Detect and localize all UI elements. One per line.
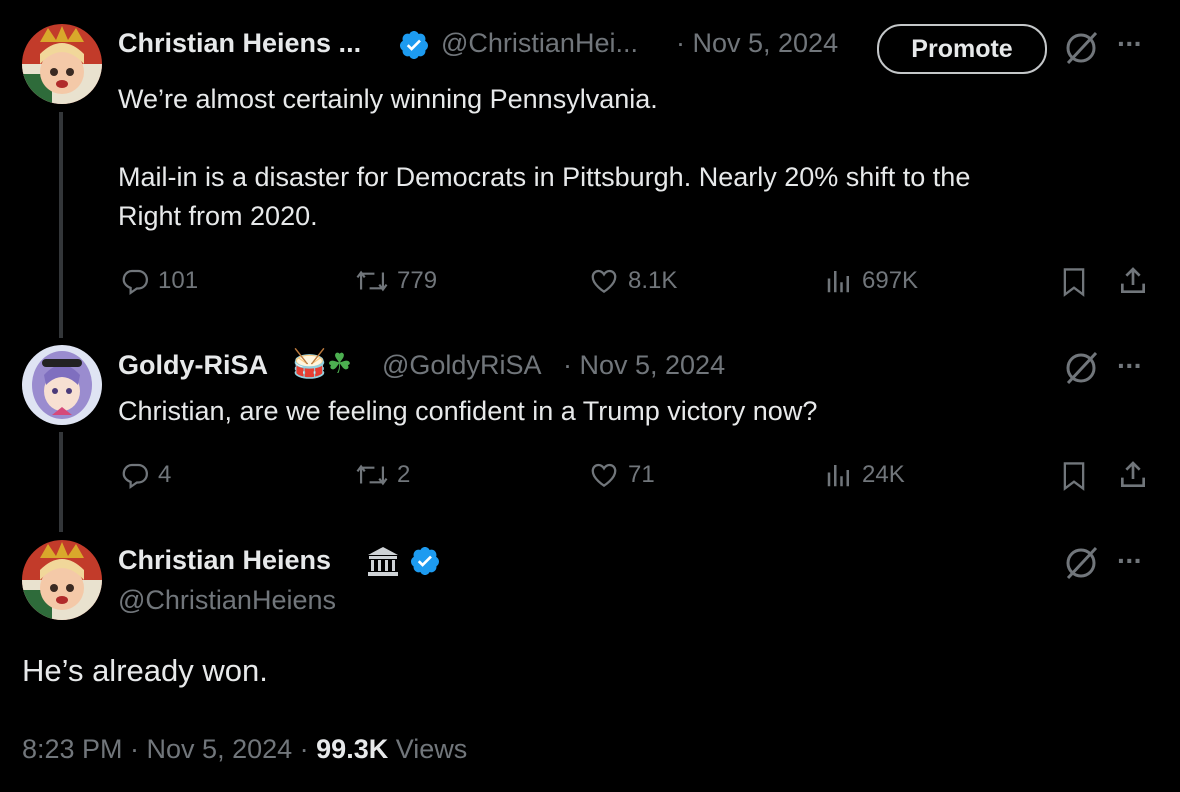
author-handle[interactable]: @ChristianHei... xyxy=(441,28,638,59)
retweet-button[interactable]: 2 xyxy=(355,460,410,490)
retweet-count: 2 xyxy=(397,461,411,488)
author-handle[interactable]: @ChristianHeiens xyxy=(118,585,336,616)
share-icon[interactable] xyxy=(1117,459,1149,496)
reply-icon xyxy=(122,269,149,296)
thread-line-1 xyxy=(59,112,63,338)
more-options-icon[interactable]: ··· xyxy=(1117,28,1143,60)
avatar[interactable] xyxy=(22,24,102,104)
analytics-icon xyxy=(827,465,849,487)
tweet-date[interactable]: · Nov 5, 2024 xyxy=(676,28,838,59)
views-count: 99.3K xyxy=(316,734,389,764)
like-button[interactable]: 8.1K xyxy=(588,266,677,296)
classical-building-icon xyxy=(366,545,400,582)
reply-count: 4 xyxy=(158,461,172,488)
views-button[interactable]: 697K xyxy=(824,266,918,296)
tweet-text: Christian, are we feeling confident in a… xyxy=(118,396,818,426)
grok-slash-icon[interactable] xyxy=(1062,29,1100,72)
tweet-date[interactable]: · Nov 5, 2024 xyxy=(563,350,725,381)
retweet-count: 779 xyxy=(397,267,438,294)
tweet-text-line: We’re almost certainly winning Pennsylva… xyxy=(118,84,658,114)
avatar[interactable] xyxy=(22,345,102,425)
reply-button[interactable]: 101 xyxy=(120,266,198,296)
more-options-icon[interactable]: ··· xyxy=(1117,545,1143,577)
tweet-meta: 8:23 PM · Nov 5, 2024 · 99.3K Views xyxy=(22,734,467,765)
verified-badge-icon xyxy=(409,545,441,582)
reply-button[interactable]: 4 xyxy=(120,460,171,490)
avatar[interactable] xyxy=(22,540,102,620)
bookmark-icon[interactable] xyxy=(1060,266,1088,303)
heart-icon xyxy=(591,463,617,487)
thread-line-2 xyxy=(59,432,63,532)
grok-slash-icon[interactable] xyxy=(1062,349,1100,392)
analytics-icon xyxy=(827,271,849,293)
promote-button[interactable]: Promote xyxy=(877,24,1047,74)
reply-icon xyxy=(122,463,149,490)
views-label: Views xyxy=(395,734,468,764)
retweet-button[interactable]: 779 xyxy=(355,266,437,296)
views-button[interactable]: 24K xyxy=(824,460,905,490)
views-count: 697K xyxy=(862,267,919,294)
reply-count: 101 xyxy=(158,267,199,294)
grok-slash-icon[interactable] xyxy=(1062,544,1100,587)
retweet-icon xyxy=(356,464,388,486)
like-count: 71 xyxy=(628,461,655,488)
author-name[interactable]: Christian Heiens xyxy=(118,545,331,576)
bookmark-icon[interactable] xyxy=(1060,460,1088,497)
author-emoji: 🥁☘ xyxy=(292,348,352,379)
retweet-icon xyxy=(356,270,388,292)
views-count: 24K xyxy=(862,461,905,488)
like-count: 8.1K xyxy=(628,267,678,294)
tweet-text-line: Right from 2020. xyxy=(118,201,318,231)
author-name[interactable]: Goldy-RiSA xyxy=(118,350,268,381)
tweet-text: He’s already won. xyxy=(22,653,268,688)
share-icon[interactable] xyxy=(1117,265,1149,302)
author-name[interactable]: Christian Heiens ... xyxy=(118,28,361,59)
heart-icon xyxy=(591,269,617,293)
tweet-text-line: Mail-in is a disaster for Democrats in P… xyxy=(118,162,971,192)
verified-badge-icon xyxy=(398,29,430,66)
author-handle[interactable]: @GoldyRiSA xyxy=(382,350,541,381)
like-button[interactable]: 71 xyxy=(588,460,655,490)
more-options-icon[interactable]: ··· xyxy=(1117,350,1143,382)
tweet-timestamp[interactable]: 8:23 PM · Nov 5, 2024 · xyxy=(22,734,309,764)
